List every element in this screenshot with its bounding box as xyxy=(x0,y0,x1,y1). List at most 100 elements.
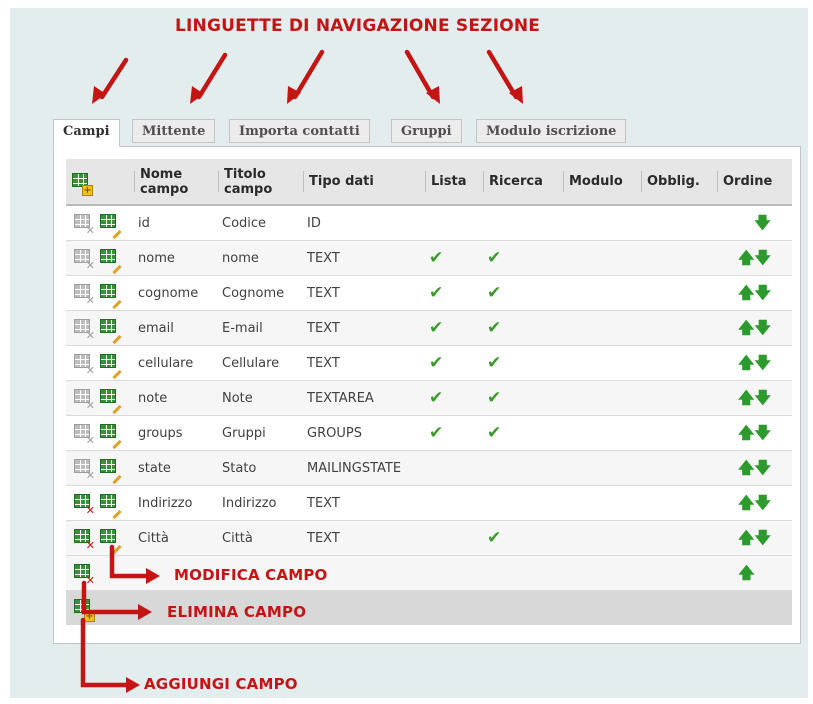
move-up-icon[interactable]: 🡅 xyxy=(738,528,754,547)
nav-tabs-callout: LINGUETTE DI NAVIGAZIONE SEZIONE xyxy=(175,16,541,36)
edit-field-icon[interactable] xyxy=(100,459,122,485)
table-row: ✕ Città Città TEXT ✔ 🡅🡇 xyxy=(66,520,792,556)
empty-cell xyxy=(563,555,641,591)
delete-field-icon: ✕ xyxy=(74,214,95,236)
aggiungi-campo-callout: AGGIUNGI CAMPO xyxy=(144,675,298,693)
order-cell: 🡇 xyxy=(717,205,792,241)
move-down-icon[interactable]: 🡇 xyxy=(755,493,771,512)
col-ricerca-label: Ricerca xyxy=(489,174,543,189)
move-down-icon[interactable]: 🡇 xyxy=(755,318,771,337)
move-down-icon[interactable]: 🡇 xyxy=(755,423,771,442)
obblig-cell xyxy=(641,380,717,416)
edit-field-icon[interactable] xyxy=(100,284,122,310)
delete-field-icon[interactable]: ✕ xyxy=(74,494,95,516)
move-up-icon[interactable]: 🡅 xyxy=(738,493,754,512)
move-down-icon[interactable]: 🡇 xyxy=(755,248,771,267)
move-down-icon[interactable]: 🡇 xyxy=(755,283,771,302)
field-name: nome xyxy=(134,240,218,276)
field-name: cellulare xyxy=(134,345,218,381)
col-modulo: Modulo xyxy=(563,159,641,206)
ricerca-cell xyxy=(483,450,563,486)
edit-field-icon[interactable] xyxy=(100,389,122,415)
edit-field-icon[interactable] xyxy=(100,214,122,240)
ricerca-cell: ✔ xyxy=(483,275,563,311)
edit-field-icon[interactable] xyxy=(100,494,122,520)
lista-cell: ✔ xyxy=(425,415,483,451)
move-down-icon[interactable]: 🡇 xyxy=(755,388,771,407)
move-down-icon[interactable]: 🡇 xyxy=(755,353,771,372)
delete-field-icon[interactable]: ✕ xyxy=(74,529,95,551)
delete-field-icon: ✕ xyxy=(74,284,95,306)
delete-field-icon[interactable]: ✕ xyxy=(74,564,95,586)
order-cell: 🡅🡇 xyxy=(717,310,792,346)
check-icon: ✔ xyxy=(429,248,444,268)
move-down-icon[interactable]: 🡇 xyxy=(755,528,771,547)
order-cell: 🡅 xyxy=(717,555,792,591)
move-up-icon[interactable]: 🡅 xyxy=(738,423,754,442)
lista-cell: ✔ xyxy=(425,380,483,416)
order-cell: 🡅🡇 xyxy=(717,485,792,521)
check-icon: ✔ xyxy=(429,353,444,373)
lista-cell xyxy=(425,205,483,241)
move-down-icon[interactable]: 🡇 xyxy=(754,213,770,232)
col-titolo-campo: Titolo campo xyxy=(218,159,303,206)
check-icon: ✔ xyxy=(487,388,502,408)
tab-importa-contatti[interactable]: Importa contatti xyxy=(229,119,370,143)
move-down-icon[interactable]: 🡇 xyxy=(755,458,771,477)
add-field-icon[interactable]: + xyxy=(72,172,93,196)
move-up-icon[interactable]: 🡅 xyxy=(738,458,754,477)
tab-modulo-iscrizione[interactable]: Modulo iscrizione xyxy=(476,119,627,143)
edit-field-icon[interactable] xyxy=(100,424,122,450)
add-field-icon[interactable]: + xyxy=(74,599,95,622)
delete-field-icon: ✕ xyxy=(74,424,95,446)
col-titolo-label-2: campo xyxy=(224,181,273,197)
table-row: ✕ state Stato MAILINGSTATE 🡅🡇 xyxy=(66,450,792,486)
move-up-icon[interactable]: 🡅 xyxy=(738,283,754,302)
check-icon: ✔ xyxy=(487,528,502,548)
check-icon: ✔ xyxy=(487,423,502,443)
tab-mittente[interactable]: Mittente xyxy=(132,119,216,143)
move-up-icon[interactable]: 🡅 xyxy=(738,318,754,337)
fields-panel: + Nome campo Titolo campo Tipo dati Lista … xyxy=(53,146,801,644)
col-lista: Lista xyxy=(425,159,483,206)
col-nome-label-1: Nome xyxy=(140,166,183,182)
tab-gruppi[interactable]: Gruppi xyxy=(391,119,462,143)
edit-field-icon[interactable] xyxy=(100,249,122,275)
lista-cell xyxy=(425,520,483,556)
order-cell: 🡅🡇 xyxy=(717,275,792,311)
table-row: ✕ note Note TEXTAREA ✔ ✔ 🡅🡇 xyxy=(66,380,792,416)
row-actions: ✕ xyxy=(66,205,134,241)
edit-field-icon[interactable] xyxy=(100,529,122,555)
tab-campi[interactable]: Campi xyxy=(53,119,120,147)
obblig-cell xyxy=(641,485,717,521)
move-up-icon[interactable]: 🡅 xyxy=(738,388,754,407)
obblig-cell xyxy=(641,275,717,311)
row-actions: ✕ xyxy=(66,450,134,486)
check-icon: ✔ xyxy=(429,388,444,408)
order-cell: 🡅🡇 xyxy=(717,345,792,381)
field-type: TEXTAREA xyxy=(303,380,425,416)
field-name: groups xyxy=(134,415,218,451)
field-type: TEXT xyxy=(303,275,425,311)
col-titolo-label-1: Titolo xyxy=(224,166,266,182)
ricerca-cell xyxy=(483,485,563,521)
move-up-icon[interactable]: 🡅 xyxy=(738,353,754,372)
col-obblig-label: Obblig. xyxy=(647,174,700,189)
edit-field-icon[interactable] xyxy=(100,354,122,380)
modulo-cell xyxy=(563,345,641,381)
field-type: TEXT xyxy=(303,240,425,276)
lista-cell: ✔ xyxy=(425,275,483,311)
modulo-cell xyxy=(563,485,641,521)
ricerca-cell: ✔ xyxy=(483,380,563,416)
move-up-icon[interactable]: 🡅 xyxy=(738,563,754,582)
row-actions: ✕ xyxy=(66,415,134,451)
table-row: ✕ email E-mail TEXT ✔ ✔ 🡅🡇 xyxy=(66,310,792,346)
table-header-row: + Nome campo Titolo campo Tipo dati Lista … xyxy=(66,159,792,206)
move-up-icon[interactable]: 🡅 xyxy=(738,248,754,267)
col-lista-label: Lista xyxy=(431,174,467,189)
obblig-cell xyxy=(641,240,717,276)
edit-field-icon[interactable] xyxy=(100,319,122,345)
ricerca-cell xyxy=(483,205,563,241)
ricerca-cell: ✔ xyxy=(483,415,563,451)
elimina-campo-callout: ELIMINA CAMPO xyxy=(167,603,307,621)
